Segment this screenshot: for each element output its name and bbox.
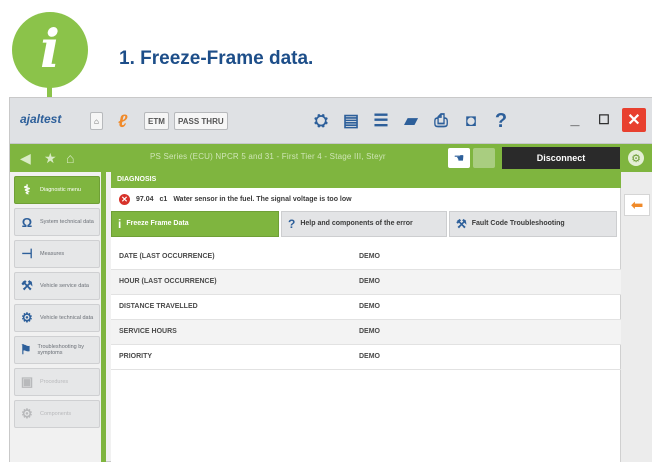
list-icon[interactable]: ☰ — [370, 110, 392, 132]
error-code: 97.04 — [136, 195, 154, 203]
info-glyph: i — [40, 19, 60, 80]
row-label: DATE (LAST OCCURRENCE) — [111, 244, 351, 270]
row-label: PRIORITY — [111, 344, 351, 370]
hand-pointer-icon[interactable]: ☚ — [448, 148, 470, 168]
procedure-icon: ▣ — [20, 374, 34, 389]
row-label: DISTANCE TRAVELLED — [111, 294, 351, 320]
nav-toggle[interactable] — [473, 148, 495, 168]
info-icon: i — [12, 12, 88, 88]
stethoscope-icon: ⚕ — [23, 182, 31, 197]
error-icon: ✕ — [119, 193, 130, 205]
tab-fault-code-troubleshooting[interactable]: ⚒ Fault Code Troubleshooting — [449, 211, 617, 237]
main-panel: DIAGNOSIS ✕ 97.04 c1 Water sensor in the… — [111, 172, 621, 462]
section-title: DIAGNOSIS — [111, 172, 621, 188]
wrench-icon: ⚒ — [21, 278, 33, 293]
tab-bar: i Freeze Frame Data ? Help and component… — [111, 211, 621, 237]
sidebar-item-components: ⚙ Components — [14, 400, 100, 428]
car-icon[interactable]: ▰ — [400, 110, 422, 132]
settings-gear-icon[interactable]: ⚙ — [628, 150, 644, 166]
table-row: HOUR (LAST OCCURRENCE) DEMO — [111, 269, 621, 295]
vehicle-path: PS Series (ECU) NPCR 5 and 31 - First Ti… — [150, 152, 386, 161]
instructions-icon[interactable]: ℓ — [118, 110, 127, 132]
app-window: ajaltest ⌂ ℓ ETM PASS THRU ⛭ ▤ ☰ ▰ ⎙ ◘ ?… — [9, 97, 652, 462]
error-message: Water sensor in the fuel. The signal vol… — [173, 195, 352, 203]
help-icon[interactable]: ? — [490, 110, 512, 132]
tab-freeze-frame-data[interactable]: i Freeze Frame Data — [111, 211, 279, 237]
table-row: PRIORITY DEMO — [111, 344, 621, 370]
component-icon: ⚙ — [21, 406, 33, 421]
sidebar-item-measures[interactable]: ⊣ Measures — [14, 240, 100, 268]
brand-logo: ajaltest — [20, 112, 62, 126]
table-row: SERVICE HOURS DEMO — [111, 319, 621, 345]
favorite-icon[interactable]: ★ — [44, 150, 57, 167]
plug-icon: ⊣ — [21, 246, 33, 261]
sidebar-item-vehicle-service-data[interactable]: ⚒ Vehicle service data — [14, 272, 100, 300]
table-row: DATE (LAST OCCURRENCE) DEMO — [111, 244, 621, 270]
sidebar-item-procedures: ▣ Procedures — [14, 368, 100, 396]
tab-help-and-components[interactable]: ? Help and components of the error — [281, 211, 447, 237]
disconnect-button[interactable]: Disconnect — [502, 147, 620, 169]
info-icon: i — [118, 217, 122, 231]
row-value: DEMO — [351, 294, 621, 320]
troubleshoot-icon: ⚒ — [456, 217, 467, 231]
sidebar-item-vehicle-technical-data[interactable]: ⚙ Vehicle technical data — [14, 304, 100, 332]
sidebar-item-system-technical-data[interactable]: Ω System technical data — [14, 208, 100, 236]
sidebar: ⚕ Diagnostic menu Ω System technical dat… — [10, 172, 106, 462]
home-icon[interactable]: ⌂ — [66, 150, 74, 166]
document-icon[interactable]: ▤ — [340, 110, 362, 132]
pass-thru-button[interactable]: PASS THRU — [174, 110, 228, 132]
minimize-button[interactable]: _ — [563, 108, 587, 132]
engine-icon[interactable]: ⛭ — [310, 110, 332, 132]
nav-bar: ◀ ★ ⌂ PS Series (ECU) NPCR 5 and 31 - Fi… — [10, 144, 652, 172]
etm-button[interactable]: ETM — [144, 110, 169, 132]
help-icon: ? — [288, 217, 296, 231]
back-arrow-icon[interactable]: ⬅ — [624, 194, 650, 216]
device-icon[interactable]: ⌂ — [90, 110, 103, 132]
row-value: DEMO — [351, 319, 621, 345]
back-arrow-icon[interactable]: ◀ — [20, 150, 31, 167]
error-qualifier: c1 — [159, 195, 168, 203]
ohm-icon: Ω — [21, 214, 33, 230]
maximize-button[interactable]: ☐ — [592, 108, 616, 132]
row-label: SERVICE HOURS — [111, 319, 351, 345]
error-row[interactable]: ✕ 97.04 c1 Water sensor in the fuel. The… — [111, 188, 621, 210]
close-button[interactable]: ✕ — [622, 108, 646, 132]
tools-icon: ⚙ — [21, 310, 33, 325]
title-bar: ajaltest ⌂ ℓ ETM PASS THRU ⛭ ▤ ☰ ▰ ⎙ ◘ ?… — [10, 98, 652, 144]
callout-title: 1. Freeze-Frame data. — [119, 48, 314, 69]
row-label: HOUR (LAST OCCURRENCE) — [111, 269, 351, 295]
table-row: DISTANCE TRAVELLED DEMO — [111, 294, 621, 320]
sidebar-item-troubleshooting-by-symptoms[interactable]: ⚑ Troubleshooting by symptoms — [14, 336, 100, 364]
sidebar-item-diagnostic-menu[interactable]: ⚕ Diagnostic menu — [14, 176, 100, 204]
printer-icon[interactable]: ⎙ — [430, 110, 452, 132]
right-strip: ⬅ — [621, 172, 652, 462]
row-value: DEMO — [351, 269, 621, 295]
row-value: DEMO — [351, 244, 621, 270]
troubleshoot-icon: ⚑ — [19, 342, 32, 357]
row-value: DEMO — [351, 344, 621, 370]
camera-icon[interactable]: ◘ — [460, 110, 482, 132]
freeze-frame-table: DATE (LAST OCCURRENCE) DEMO HOUR (LAST O… — [111, 244, 621, 370]
